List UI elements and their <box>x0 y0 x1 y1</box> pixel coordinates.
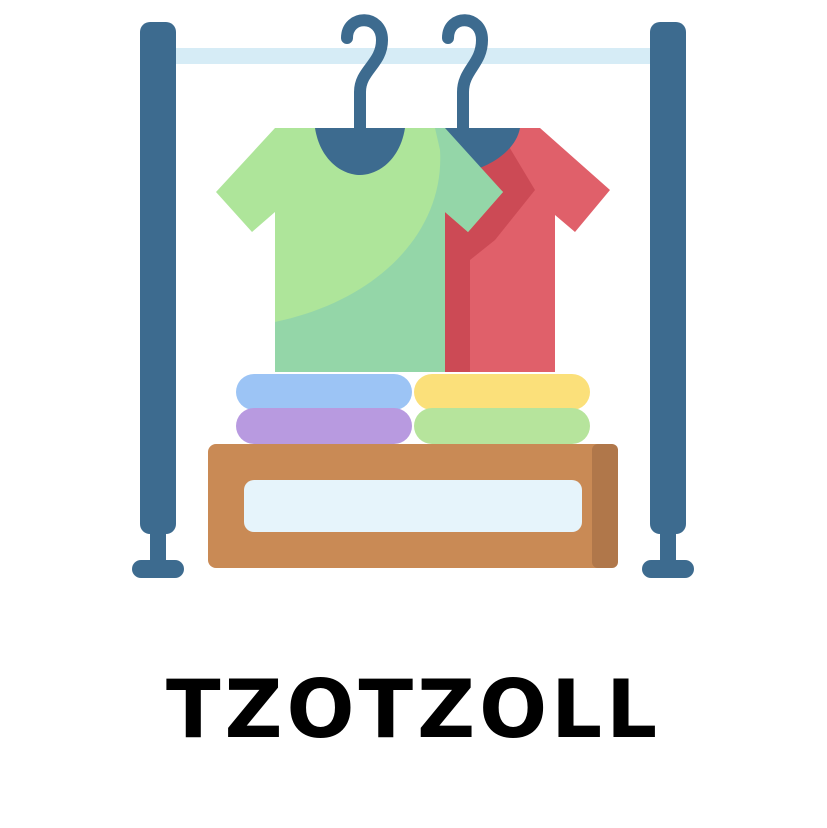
folded-yellow <box>414 374 590 410</box>
folded-blue <box>236 374 412 410</box>
folded-purple <box>236 408 412 444</box>
brand-name: TZOTZOLL <box>165 663 662 756</box>
left-pole <box>132 22 184 578</box>
right-pole <box>642 22 694 578</box>
hanging-rail <box>160 48 668 64</box>
hanger-left <box>341 14 389 134</box>
folded-green <box>414 408 590 444</box>
hanger-right <box>442 14 489 134</box>
storage-box <box>208 444 618 568</box>
